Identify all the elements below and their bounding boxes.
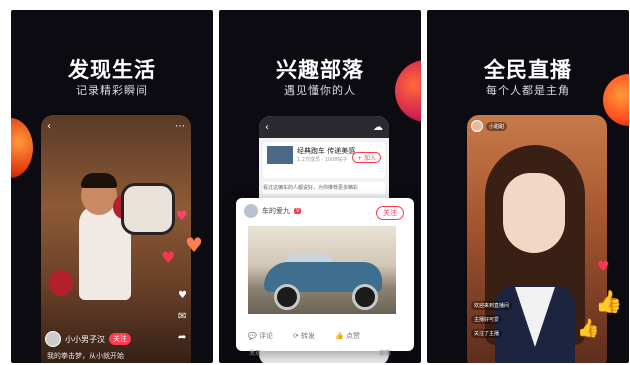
screenshot-panel-live: 全民直播 每个人都是主角 小甜甜 欢迎来到直播间 主播好可爱 关注了主播 👍 👍… xyxy=(427,10,629,363)
post-author: 车的爱九 xyxy=(262,207,290,215)
video-caption: 我的拳击梦，从小就开始 xyxy=(47,352,124,360)
avatar[interactable] xyxy=(471,120,483,132)
chat-message: 主播好可爱 xyxy=(471,315,503,324)
screenshot-panel-discover: 发现生活 记录精彩瞬间 ‹ ⋯ ♥ ✉ ➦ 小小男子汉 关注 我的拳击梦，从小就… xyxy=(11,10,213,363)
back-icon[interactable]: ‹ xyxy=(47,121,51,132)
punch-pad xyxy=(121,183,175,235)
group-title: 经典跑车 传递美感 xyxy=(297,147,356,155)
phone-screen-video: ‹ ⋯ ♥ ✉ ➦ 小小男子汉 关注 我的拳击梦，从小就开始 xyxy=(41,115,191,363)
group-card[interactable]: 经典跑车 传递美感 1.2万成员 · 1008帖子 + 加入 xyxy=(263,142,385,178)
more-icon[interactable]: ⋯ xyxy=(175,121,185,132)
comment-icon[interactable]: ✉ xyxy=(178,311,187,322)
user-name: 小小男子汉 xyxy=(65,334,105,344)
heart-icon: ♥ xyxy=(185,233,203,257)
streamer-face xyxy=(503,173,565,253)
thumbs-up-icon: 👍 xyxy=(577,318,600,339)
panel-headline: 全民直播 xyxy=(484,58,572,82)
join-group-button[interactable]: + 加入 xyxy=(352,152,381,163)
decorative-orb xyxy=(11,118,33,178)
post-photo[interactable] xyxy=(248,226,396,314)
avatar[interactable] xyxy=(244,204,258,218)
repost-action[interactable]: ⟳ 转发 xyxy=(293,331,315,341)
share-icon[interactable]: ➦ xyxy=(178,332,187,343)
follow-button[interactable]: 关注 xyxy=(376,206,404,220)
screenshot-panel-tribe: 兴趣部落 遇见懂你的人 ‹ ☁ 经典跑车 传递美感 1.2万成员 · 1008帖… xyxy=(219,10,421,363)
car-wheel xyxy=(274,284,300,310)
follow-button[interactable]: 关注 xyxy=(109,333,131,345)
share-icon[interactable]: ☁ xyxy=(373,122,383,133)
car-wheel xyxy=(352,284,378,310)
group-meta: 1.2万成员 · 1008帖子 xyxy=(297,157,348,163)
panel-subline: 记录精彩瞬间 xyxy=(76,84,148,97)
like-icon[interactable]: ♥ xyxy=(178,290,187,301)
panel-subline: 每个人都是主角 xyxy=(486,84,570,97)
panel-headline: 兴趣部落 xyxy=(276,58,364,82)
back-icon[interactable]: ‹ xyxy=(265,122,269,133)
boxing-glove xyxy=(49,270,73,296)
host-name: 小甜甜 xyxy=(486,121,508,131)
verified-badge: V xyxy=(294,208,302,214)
tab-discover[interactable]: 发现 xyxy=(249,348,261,357)
panel-subline: 遇见懂你的人 xyxy=(284,84,356,97)
avatar[interactable] xyxy=(45,331,61,347)
thumbs-up-icon: 👍 xyxy=(595,290,623,315)
group-thumbnail xyxy=(267,146,293,164)
heart-icon: ♥ xyxy=(161,248,176,267)
boxer-hair xyxy=(81,173,117,188)
panel-headline: 发现生活 xyxy=(68,58,156,82)
heart-icon: ♥ xyxy=(597,259,610,275)
comment-action[interactable]: 💬 评论 xyxy=(248,331,273,341)
like-action[interactable]: 👍 点赞 xyxy=(335,331,360,341)
chat-message: 欢迎来到直播间 xyxy=(471,301,513,310)
feed-notice: 看过这辆车的人都说好，为你推荐更多精彩 xyxy=(263,182,385,194)
tab-tribe[interactable]: 部落 xyxy=(379,348,391,357)
post-card[interactable]: 车的爱九 V 关注 💬 评论 ⟳ 转发 👍 点赞 xyxy=(236,198,414,351)
heart-icon: ♥ xyxy=(176,209,188,224)
chat-message: 关注了主播 xyxy=(471,329,503,338)
